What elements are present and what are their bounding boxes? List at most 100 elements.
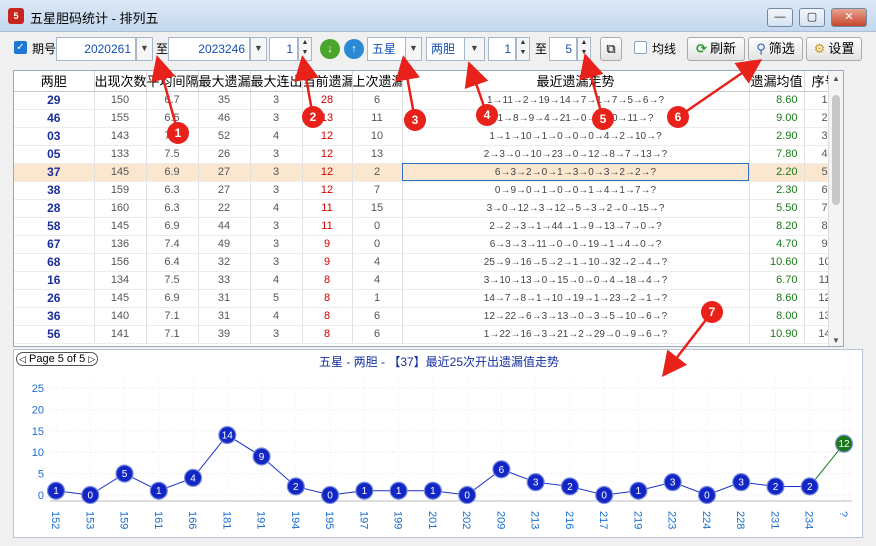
callout-badge: 7 [701, 301, 723, 323]
filter-icon: ⚲ [756, 41, 766, 56]
move-down-button[interactable]: ↓ [320, 39, 340, 59]
data-label: 12 [838, 439, 850, 450]
data-label: 0 [327, 491, 333, 502]
minimize-button[interactable]: — [767, 8, 793, 27]
cell-last: 6 [352, 91, 403, 110]
table-row[interactable]: 031437.052412101→1→10→1→0→0→0→4→2→10→?2.… [14, 127, 843, 146]
period-to-dropdown[interactable]: ▼ [250, 37, 267, 61]
range-to-spinner[interactable]: ▲ ▼ [577, 37, 591, 61]
cell-avg_gap: 6.4 [146, 253, 199, 272]
window-title: 五星胆码统计 - 排列五 [30, 11, 159, 26]
maximize-button[interactable]: ▢ [799, 8, 825, 27]
close-button[interactable]: ✕ [831, 8, 867, 27]
settings-button[interactable]: ⚙ 设置 [806, 37, 862, 61]
refresh-button[interactable]: ⟳ 刷新 [687, 37, 745, 61]
cell-max_miss: 46 [198, 109, 251, 128]
cell-max_miss: 33 [198, 271, 251, 290]
cell-num: 28 [14, 199, 95, 218]
cell-trend: 1→11→2→19→14→7→1→7→5→6→? [402, 91, 750, 110]
data-label: 5 [122, 469, 128, 480]
x-tick-label: 234 [803, 511, 815, 529]
period-checkbox[interactable]: ✓ [14, 41, 27, 54]
x-tick-label: 166 [186, 511, 198, 529]
trend-chart-panel: ◁ Page 5 of 5 ▷ 五星 - 两胆 - 【37】最近25次开出遗漏值… [13, 349, 863, 538]
cell-max_miss: 22 [198, 199, 251, 218]
col-header[interactable]: 最近遗漏走势 [402, 71, 750, 92]
table-row[interactable]: 67 136 7.4 49 3 9 0 6→3→3→11→0→0→19→1→4→0→? 4.70… [14, 235, 843, 254]
table-row[interactable]: 56 141 7.1 39 3 8 6 1→22→16→3→21→2→29→0→9→6→? 10… [14, 325, 843, 344]
data-label: 3 [670, 478, 676, 489]
data-label: 4 [190, 473, 196, 484]
period-to-input[interactable]: 2023246 [168, 37, 250, 61]
cell-avg_gap: 6.9 [146, 163, 199, 182]
data-label: 14 [222, 431, 234, 442]
cell-trend: 2→2→3→1→44→1→9→13→7→0→? [402, 217, 750, 236]
filter-button[interactable]: ⚲ 筛选 [748, 37, 803, 61]
period-from-dropdown[interactable]: ▼ [136, 37, 153, 61]
cell-trend: 14→7→8→1→10→19→1→23→2→1→? [402, 289, 750, 308]
avg-label: 均线 [652, 42, 677, 56]
position-select[interactable]: 五星 [367, 37, 407, 61]
scroll-down-icon[interactable]: ▼ [832, 336, 840, 345]
col-header[interactable]: 平均间隔 [146, 71, 199, 92]
cell-avg_gap: 6.7 [146, 91, 199, 110]
table-row[interactable]: 28 160 6.3 22 4 11 15 3→0→12→3→12→5→3→2→0→15→? 5… [14, 199, 843, 218]
cell-trend: 0→9→0→1→0→0→1→4→1→7→? [402, 181, 750, 200]
title-bar: 5 五星胆码统计 - 排列五 — ▢ ✕ [0, 0, 876, 32]
col-header[interactable]: 最大遗漏 [198, 71, 251, 92]
type-select[interactable]: 两胆 [426, 37, 466, 61]
type-dropdown[interactable]: ▼ [464, 37, 485, 61]
position-dropdown[interactable]: ▼ [405, 37, 422, 61]
range-to-input[interactable]: 5 [549, 37, 577, 61]
table-row[interactable]: 38 159 6.3 27 3 12 7 0→9→0→1→0→0→1→4→1→7→? 2.30 6 [14, 181, 843, 200]
cell-cur: 8 [302, 307, 353, 326]
cell-last: 0 [352, 217, 403, 236]
table-row[interactable]: 29 150 6.7 35 3 28 6 1→11→2→19→14→7→1→7→5→6→? 8.… [14, 91, 843, 110]
to-label-2: 至 [535, 42, 548, 56]
cell-max_run: 4 [250, 271, 303, 290]
table-row[interactable]: 58 145 6.9 44 3 11 0 2→2→3→1→44→1→9→13→7→0→? 8.2… [14, 217, 843, 236]
period-from-input[interactable]: 2020261 [56, 37, 136, 61]
range-from-spinner[interactable]: ▲ ▼ [516, 37, 530, 61]
col-header[interactable]: 当前遗漏 [302, 71, 353, 92]
cell-num: 29 [14, 91, 95, 110]
range-from-input[interactable]: 1 [488, 37, 516, 61]
cell-count: 134 [94, 271, 147, 290]
cell-max_run: 3 [250, 253, 303, 272]
callout-badge: 4 [476, 104, 498, 126]
cell-mean: 7.80 [749, 145, 805, 164]
col-header[interactable]: 出现次数 [94, 71, 147, 92]
table-row[interactable]: 68 156 6.4 32 3 9 4 25→9→16→5→2→1→10→32→2→4→? 10… [14, 253, 843, 272]
table-row[interactable]: 46 155 6.5 46 3 13 11 1→8→9→4→21→0→7→0→11→? 9.00… [14, 109, 843, 128]
scroll-thumb[interactable] [832, 95, 840, 205]
count-input[interactable]: 1 [269, 37, 298, 61]
cell-avg_gap: 7.4 [146, 235, 199, 254]
copy-icon[interactable]: ⧉ [600, 37, 622, 61]
col-header[interactable]: 两胆 [14, 71, 95, 92]
count-spinner[interactable]: ▲ ▼ [298, 37, 312, 61]
table-row[interactable]: 37 145 6.9 27 3 12 2 6→3→2→0→1→3→0→3→2→2→? 2.20 5 [14, 163, 843, 182]
scroll-up-icon[interactable]: ▲ [832, 74, 840, 83]
avg-checkbox[interactable] [634, 41, 647, 54]
cell-count: 159 [94, 181, 147, 200]
cell-mean: 2.20 [749, 163, 805, 182]
table-row[interactable]: 16 134 7.5 33 4 8 4 3→10→13→0→15→0→0→4→18→4→? 6.… [14, 271, 843, 290]
x-tick-label: 228 [734, 511, 746, 529]
vertical-scrollbar[interactable]: ▲ ▼ [828, 71, 843, 346]
col-header[interactable]: 上次遗漏 [352, 71, 403, 92]
col-header[interactable]: 最大连出 [250, 71, 303, 92]
col-header[interactable]: 遗漏均值 [749, 71, 805, 92]
cell-trend: 6→3→2→0→1→3→0→3→2→2→? [402, 163, 750, 182]
table-row[interactable]: 05 133 7.5 26 3 12 13 2→3→0→10→23→0→12→8→7→13→?… [14, 145, 843, 164]
cell-cur: 12 [302, 163, 353, 182]
y-tick-label: 5 [38, 469, 44, 481]
move-up-button[interactable]: ↑ [344, 39, 364, 59]
cell-mean: 8.20 [749, 217, 805, 236]
cell-max_miss: 27 [198, 163, 251, 182]
cell-last: 13 [352, 145, 403, 164]
cell-cur: 8 [302, 325, 353, 344]
cell-cur: 9 [302, 235, 353, 254]
cell-max_run: 3 [250, 235, 303, 254]
cell-num: 16 [14, 271, 95, 290]
cell-avg_gap: 7.1 [146, 325, 199, 344]
